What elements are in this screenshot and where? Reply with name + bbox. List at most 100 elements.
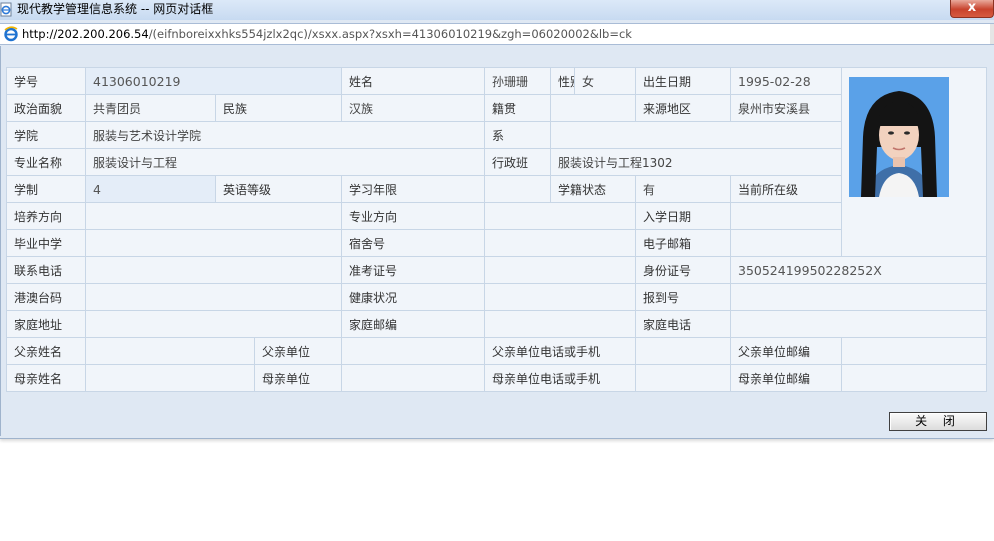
label-admission-date: 入学日期 xyxy=(635,202,731,230)
value-mother-employer xyxy=(341,364,485,392)
value-id-number: 35052419950228252X xyxy=(730,256,987,284)
table-row: 父亲姓名 父亲单位 父亲单位电话或手机 父亲单位邮编 xyxy=(6,337,987,365)
value-origin-region: 泉州市安溪县 xyxy=(730,94,842,122)
label-study-years: 学习年限 xyxy=(341,175,485,203)
url-text[interactable]: http://202.200.206.54/(eifnboreixxhks554… xyxy=(22,27,632,41)
label-father-zip: 父亲单位邮编 xyxy=(730,337,842,365)
value-student-id: 41306010219 xyxy=(85,67,342,95)
label-name: 姓名 xyxy=(341,67,485,95)
value-health xyxy=(484,283,636,311)
value-mother-zip xyxy=(841,364,987,392)
value-enrollment-status: 有 xyxy=(635,175,731,203)
table-row: 学院 服装与艺术设计学院 系 xyxy=(6,121,987,149)
label-admin-class: 行政班 xyxy=(484,148,551,176)
value-program-length: 4 xyxy=(85,175,216,203)
label-mother-phone: 母亲单位电话或手机 xyxy=(484,364,636,392)
value-father-name xyxy=(85,337,255,365)
url-host: http://202.200.206.54 xyxy=(22,27,149,41)
label-mother-name: 母亲姓名 xyxy=(6,364,86,392)
label-high-school: 毕业中学 xyxy=(6,229,86,257)
value-father-phone xyxy=(635,337,731,365)
value-father-employer xyxy=(341,337,485,365)
value-admission-date xyxy=(730,202,842,230)
value-exam-ticket xyxy=(484,256,636,284)
value-major: 服装设计与工程 xyxy=(85,148,485,176)
value-email xyxy=(730,229,842,257)
table-row: 家庭地址 家庭邮编 家庭电话 xyxy=(6,310,987,338)
value-dorm-number xyxy=(484,229,636,257)
close-dialog-button[interactable]: 关 闭 xyxy=(889,412,987,431)
label-mother-employer: 母亲单位 xyxy=(254,364,342,392)
value-report-number xyxy=(730,283,987,311)
label-report-number: 报到号 xyxy=(635,283,731,311)
value-hmt-code xyxy=(85,283,342,311)
close-icon: x xyxy=(967,0,977,15)
ie-icon xyxy=(4,26,18,42)
value-father-zip xyxy=(841,337,987,365)
portrait-image xyxy=(849,77,949,197)
label-student-id: 学号 xyxy=(6,67,86,95)
photo-cell xyxy=(841,67,987,257)
label-home-address: 家庭地址 xyxy=(6,310,86,338)
label-birthdate: 出生日期 xyxy=(635,67,731,95)
label-email: 电子邮箱 xyxy=(635,229,731,257)
value-ethnicity: 汉族 xyxy=(341,94,485,122)
value-native-place xyxy=(550,94,636,122)
window-title: 现代教学管理信息系统 -- 网页对话框 xyxy=(17,2,214,16)
url-path: /(eifnboreixxhks554jzlx2qc)/xsxx.aspx?xs… xyxy=(148,27,632,41)
label-current-grade: 当前所在级 xyxy=(730,175,842,203)
label-home-phone: 家庭电话 xyxy=(635,310,731,338)
value-home-zip xyxy=(484,310,636,338)
label-major: 专业名称 xyxy=(6,148,86,176)
address-bar-edge xyxy=(990,24,994,44)
value-admin-class: 服装设计与工程1302 xyxy=(550,148,842,176)
label-mother-zip: 母亲单位邮编 xyxy=(730,364,842,392)
label-dorm-number: 宿舍号 xyxy=(341,229,485,257)
value-high-school xyxy=(85,229,342,257)
table-row: 联系电话 准考证号 身份证号 35052419950228252X xyxy=(6,256,987,284)
value-department xyxy=(550,121,842,149)
value-mother-phone xyxy=(635,364,731,392)
label-home-zip: 家庭邮编 xyxy=(341,310,485,338)
label-program-length: 学制 xyxy=(6,175,86,203)
dialog-window: 现代教学管理信息系统 -- 网页对话框 x http://202.200.206… xyxy=(0,0,994,439)
label-father-phone: 父亲单位电话或手机 xyxy=(484,337,636,365)
value-gender: 女 xyxy=(574,67,636,95)
value-study-years xyxy=(484,175,551,203)
label-training-direction: 培养方向 xyxy=(6,202,86,230)
label-origin-region: 来源地区 xyxy=(635,94,731,122)
table-row: 培养方向 专业方向 入学日期 xyxy=(6,202,987,230)
value-phone xyxy=(85,256,342,284)
label-ethnicity: 民族 xyxy=(215,94,342,122)
label-english-level: 英语等级 xyxy=(215,175,342,203)
label-phone: 联系电话 xyxy=(6,256,86,284)
value-college: 服装与艺术设计学院 xyxy=(85,121,485,149)
value-home-phone xyxy=(730,310,987,338)
address-bar: http://202.200.206.54/(eifnboreixxhks554… xyxy=(0,23,994,45)
label-department: 系 xyxy=(484,121,551,149)
label-political-status: 政治面貌 xyxy=(6,94,86,122)
student-photo xyxy=(849,77,949,197)
dialog-content: 学号 41306010219 姓名 孙珊珊 性别 女 出生日期 1995-02-… xyxy=(0,46,994,436)
label-id-number: 身份证号 xyxy=(635,256,731,284)
table-row: 港澳台码 健康状况 报到号 xyxy=(6,283,987,311)
student-info-table: 学号 41306010219 姓名 孙珊珊 性别 女 出生日期 1995-02-… xyxy=(6,67,987,392)
page-icon xyxy=(0,2,12,17)
label-native-place: 籍贯 xyxy=(484,94,551,122)
value-mother-name xyxy=(85,364,255,392)
label-enrollment-status: 学籍状态 xyxy=(550,175,636,203)
value-training-direction xyxy=(85,202,342,230)
label-college: 学院 xyxy=(6,121,86,149)
value-home-address xyxy=(85,310,342,338)
table-row: 毕业中学 宿舍号 电子邮箱 xyxy=(6,229,987,257)
value-political-status: 共青团员 xyxy=(85,94,216,122)
label-exam-ticket: 准考证号 xyxy=(341,256,485,284)
label-hmt-code: 港澳台码 xyxy=(6,283,86,311)
table-row: 学制 4 英语等级 学习年限 学籍状态 有 当前所在级 2013 xyxy=(6,175,987,203)
table-row: 专业名称 服装设计与工程 行政班 服装设计与工程1302 xyxy=(6,148,987,176)
label-father-employer: 父亲单位 xyxy=(254,337,342,365)
window-close-button[interactable]: x xyxy=(950,0,994,18)
title-bar: 现代教学管理信息系统 -- 网页对话框 x xyxy=(0,0,994,20)
value-name: 孙珊珊 xyxy=(484,67,551,95)
label-health: 健康状况 xyxy=(341,283,485,311)
